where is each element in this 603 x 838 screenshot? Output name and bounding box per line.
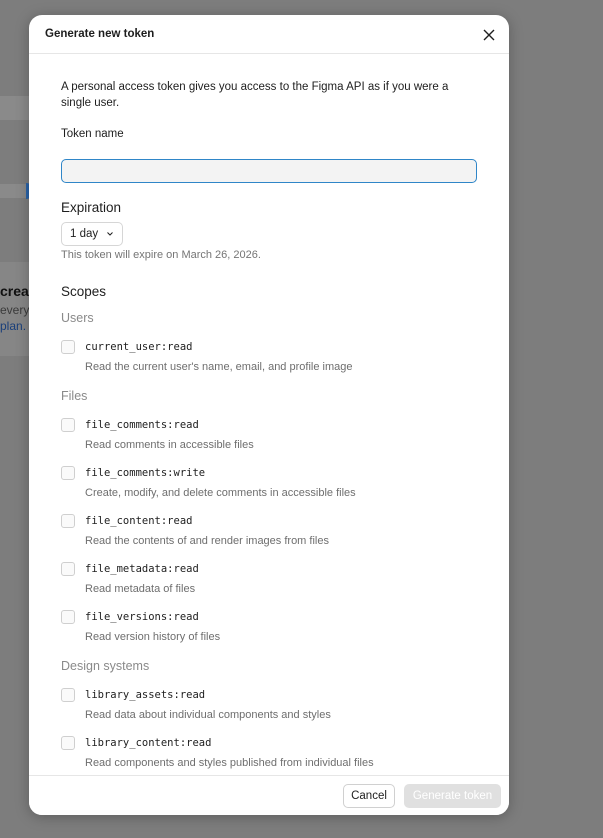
scope-group-files: Files	[61, 389, 88, 403]
expiration-heading: Expiration	[61, 200, 122, 215]
scope-description: Read the current user's name, email, and…	[85, 361, 353, 373]
scope-group-design-systems: Design systems	[61, 659, 150, 673]
scope-group-users: Users	[61, 311, 94, 325]
scope-item: file_comments:write Create, modify, and …	[61, 466, 481, 502]
scope-name: file_comments:write	[85, 467, 206, 479]
scope-item: library_content:read Read components and…	[61, 736, 481, 772]
token-name-label: Token name	[61, 128, 124, 140]
background-bar	[0, 96, 30, 120]
dialog-title: Generate new token	[45, 28, 155, 40]
expiration-hint: This token will expire on March 26, 2026…	[61, 249, 261, 261]
token-name-input[interactable]	[61, 159, 477, 183]
expiration-value: 1 day	[70, 228, 99, 240]
scope-name: file_versions:read	[85, 611, 199, 623]
scope-item: file_versions:read Read version history …	[61, 610, 481, 646]
scope-name: library_content:read	[85, 737, 212, 749]
scope-description: Read the contents of and render images f…	[85, 535, 329, 547]
cancel-button[interactable]: Cancel	[343, 784, 395, 808]
scope-name: file_metadata:read	[85, 563, 199, 575]
background-heading: crea	[0, 283, 29, 299]
scope-description: Read metadata of files	[85, 583, 196, 595]
chevron-down-icon	[107, 232, 113, 236]
dialog-footer: Cancel Generate token	[29, 775, 509, 815]
generate-token-button[interactable]: Generate token	[404, 784, 501, 808]
scope-name: current_user:read	[85, 341, 193, 353]
scope-item: current_user:read Read the current user'…	[61, 340, 481, 376]
scopes-heading: Scopes	[61, 284, 107, 299]
background-text: every	[0, 303, 30, 317]
scope-checkbox[interactable]	[61, 562, 75, 576]
scope-item: file_comments:read Read comments in acce…	[61, 418, 481, 454]
scope-checkbox[interactable]	[61, 418, 75, 432]
scope-item: file_content:read Read the contents of a…	[61, 514, 481, 550]
dialog-header: Generate new token	[29, 15, 509, 54]
generate-token-dialog: Generate new token A personal access tok…	[29, 15, 509, 815]
scope-name: file_content:read	[85, 515, 193, 527]
scope-item: file_metadata:read Read metadata of file…	[61, 562, 481, 598]
scope-description: Read version history of files	[85, 631, 221, 643]
scope-description: Read components and styles published fro…	[85, 757, 374, 769]
scope-name: library_assets:read	[85, 689, 206, 701]
scope-checkbox[interactable]	[61, 688, 75, 702]
scope-checkbox[interactable]	[61, 514, 75, 528]
close-icon	[483, 29, 495, 41]
scope-checkbox[interactable]	[61, 340, 75, 354]
scope-checkbox[interactable]	[61, 466, 75, 480]
close-button[interactable]	[480, 26, 498, 44]
dialog-description: A personal access token gives you access…	[61, 81, 449, 109]
expiration-select[interactable]: 1 day	[61, 222, 123, 246]
scope-checkbox[interactable]	[61, 610, 75, 624]
scope-item: library_assets:read Read data about indi…	[61, 688, 481, 724]
scope-description: Read comments in accessible files	[85, 439, 254, 451]
scope-name: file_comments:read	[85, 419, 199, 431]
dialog-body[interactable]: A personal access token gives you access…	[29, 55, 509, 775]
scope-checkbox[interactable]	[61, 736, 75, 750]
scope-description: Read data about individual components an…	[85, 709, 331, 721]
scope-description: Create, modify, and delete comments in a…	[85, 487, 356, 499]
background-link: plan.	[0, 319, 27, 333]
